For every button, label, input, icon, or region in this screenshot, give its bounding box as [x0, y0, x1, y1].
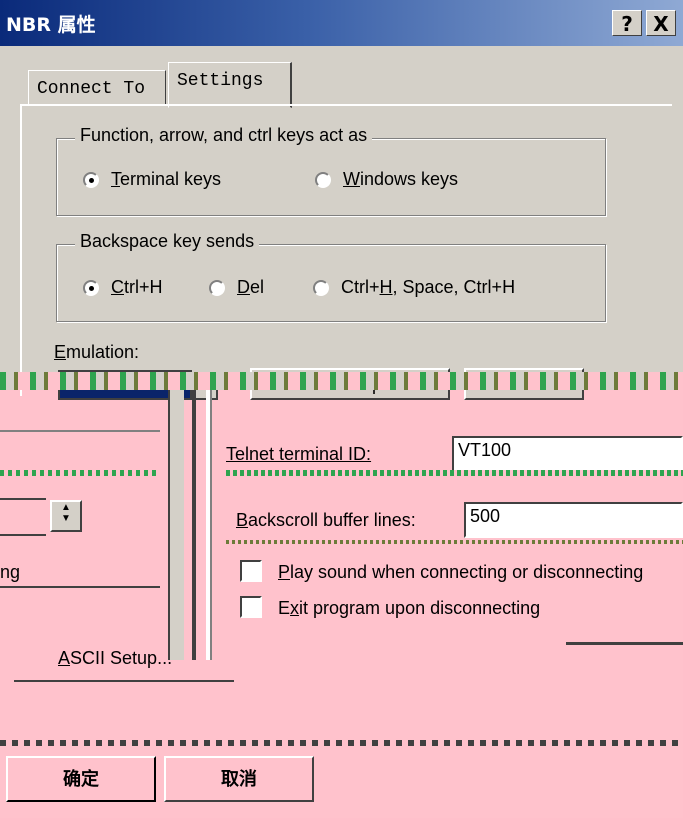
radio-indicator	[209, 279, 225, 296]
backspace-legend: Backspace key sends	[75, 231, 260, 252]
tab-settings[interactable]: Settings	[168, 62, 292, 108]
exit-program-label: Exit program upon disconnecting	[278, 598, 541, 618]
radio-windows-keys[interactable]: Windows keys	[315, 169, 458, 190]
divider	[14, 680, 234, 682]
divider	[566, 642, 683, 645]
cancel-button[interactable]: 取消	[164, 756, 314, 802]
lower-panel: ▲ ▼ ng Telnet terminal ID: VT100 Backscro…	[0, 380, 683, 818]
radio-indicator	[315, 171, 331, 188]
play-sound-checkbox[interactable]	[240, 560, 262, 582]
telnet-terminal-id-label: Telnet terminal ID:	[226, 444, 372, 464]
radio-ctrl-h[interactable]: Ctrl+H	[83, 277, 163, 298]
render-artifact	[226, 470, 683, 476]
fragment-text: ng	[0, 562, 21, 582]
render-artifact	[0, 470, 160, 476]
play-sound-label: Play sound when connecting or disconnect…	[278, 562, 644, 582]
telnet-terminal-id-field[interactable]: VT100	[452, 436, 683, 474]
radio-ctrl-h-space[interactable]: Ctrl+H, Space, Ctrl+H	[313, 277, 515, 298]
ascii-setup-button[interactable]: ASCII Setup...	[58, 648, 172, 669]
help-button[interactable]: ?	[612, 10, 642, 36]
divider	[0, 586, 160, 588]
emulation-label: Emulation:	[54, 342, 140, 362]
divider	[206, 390, 212, 660]
spin-button[interactable]: ▲ ▼	[50, 500, 82, 532]
radio-terminal-keys[interactable]: Terminal keys	[83, 169, 221, 190]
exit-program-checkbox[interactable]	[240, 596, 262, 618]
backscroll-lines-field[interactable]: 500	[464, 502, 683, 538]
radio-indicator	[83, 279, 99, 296]
function-keys-legend: Function, arrow, and ctrl keys act as	[75, 125, 373, 146]
function-keys-group: Function, arrow, and ctrl keys act as Te…	[56, 125, 606, 216]
radio-indicator	[313, 279, 329, 296]
settings-panel: Function, arrow, and ctrl keys act as Te…	[20, 104, 672, 400]
ok-button[interactable]: 确定	[6, 756, 156, 802]
dialog-body: Connect To Settings Function, arrow, and…	[0, 46, 683, 400]
divider	[192, 390, 196, 660]
radio-indicator	[83, 171, 99, 188]
render-artifact	[226, 540, 683, 544]
fragment-field	[0, 498, 46, 536]
close-button[interactable]: X	[646, 10, 676, 36]
tab-connect-to[interactable]: Connect To	[28, 70, 166, 106]
backspace-group: Backspace key sends Ctrl+H Del Ctrl+H, S…	[56, 231, 606, 322]
backscroll-label: Backscroll buffer lines:	[236, 510, 416, 530]
radio-del[interactable]: Del	[209, 277, 264, 298]
window-title: NBR 属性	[6, 14, 96, 36]
title-bar: NBR 属性 ? X	[0, 0, 683, 46]
render-artifact	[0, 740, 683, 746]
divider	[168, 390, 184, 660]
